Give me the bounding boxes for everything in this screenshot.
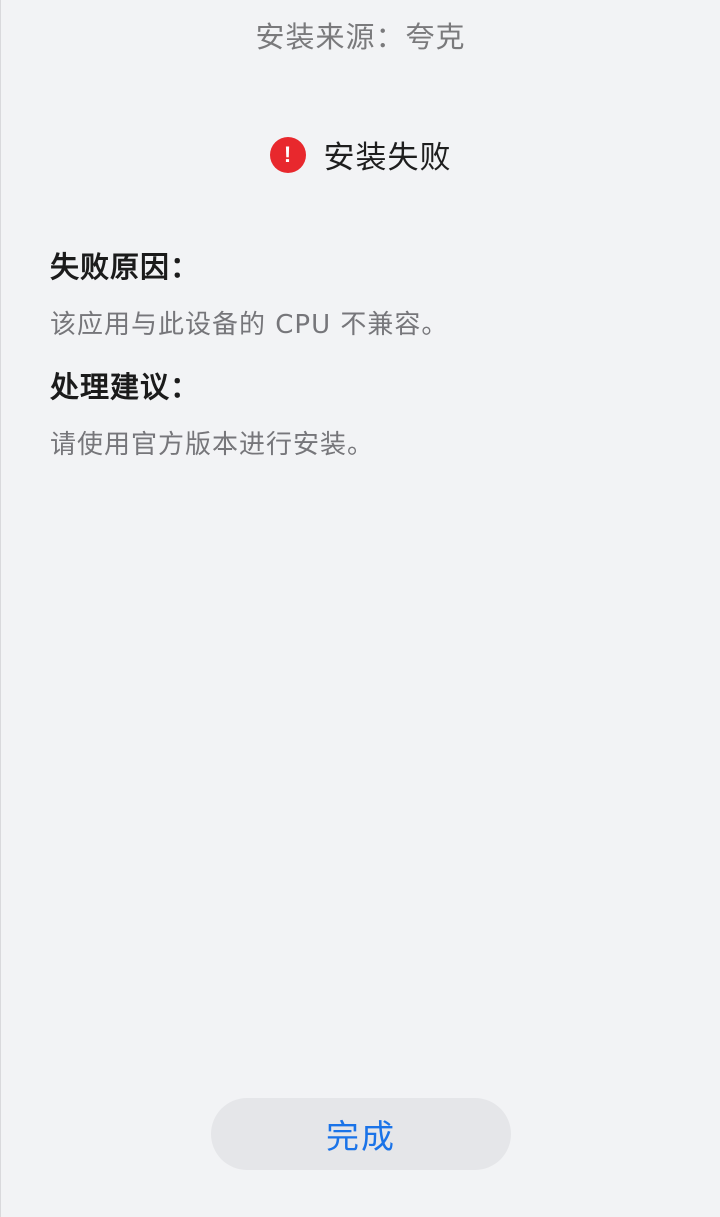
install-status-text: 安装失败 [323, 140, 452, 176]
done-button[interactable]: 完成 [211, 1098, 511, 1170]
failure-reason-section: 失败原因： 该应用与此设备的 CPU 不兼容。 [50, 244, 680, 341]
exclamation-circle-icon: ! [269, 136, 306, 173]
suggestion-text: 请使用官方版本进行安装。 [50, 430, 375, 460]
install-status: ! 安装失败 [1, 132, 720, 177]
suggestion-section: 处理建议： 请使用官方版本进行安装。 [50, 364, 680, 461]
failure-reason-title: 失败原因： [50, 250, 201, 284]
failure-reason-text: 该应用与此设备的 CPU 不兼容。 [50, 310, 449, 340]
install-source-text: 安装来源：夸克 [255, 20, 466, 54]
suggestion-title: 处理建议： [50, 370, 201, 404]
